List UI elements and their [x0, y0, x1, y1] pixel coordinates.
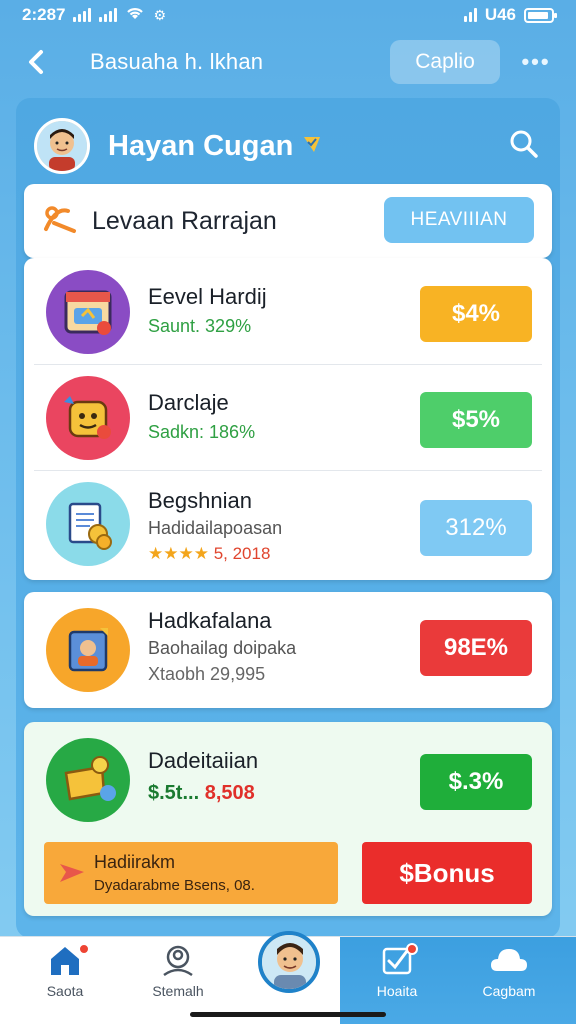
- bonus-button[interactable]: $Bonus: [362, 842, 532, 904]
- money-bag-icon: [46, 738, 130, 822]
- tab-cloud[interactable]: Cagbam: [464, 943, 554, 1013]
- emoji-app-icon: [46, 376, 130, 460]
- list-item[interactable]: Eevel Hardij Saunt. 329% $4%: [24, 258, 552, 364]
- calendar-app-icon: [46, 270, 130, 354]
- signal-bars-icon: [463, 8, 477, 22]
- amount-label: $.5t...: [148, 782, 200, 804]
- cloud-icon: [491, 949, 527, 971]
- item-subtitle: Saunt. 329%: [148, 316, 252, 336]
- item-value-button[interactable]: 312%: [420, 500, 532, 556]
- status-time: 2:287: [22, 5, 66, 24]
- verified-badge-icon: [301, 133, 323, 160]
- top-nav: Basuaha h. lkhan Caplio •••: [0, 34, 576, 90]
- list-item[interactable]: Begshnian Hadidailapoasan ★★★★ 5, 2018 3…: [24, 470, 552, 580]
- user-header: Hayan Cugan: [34, 114, 544, 178]
- item-note: Xtaobh 29,995: [148, 664, 266, 684]
- item-title: Darclaje: [148, 390, 229, 415]
- signal-icon: [73, 8, 92, 22]
- signal-icon-2: [99, 8, 118, 22]
- section-header-card: Levaan Rarrajan HEAVIIIAN: [24, 184, 552, 258]
- home-indicator: [190, 1012, 386, 1017]
- featured-item-card[interactable]: Hadkafalana Baohailag doipaka Xtaobh 29,…: [24, 592, 552, 708]
- battery-icon: [524, 7, 557, 23]
- tab-label: Saota: [46, 983, 84, 999]
- tab-home[interactable]: Saota: [20, 943, 110, 1013]
- bonus-subtitle: Dyadarabme Bsens, 08.: [94, 877, 255, 894]
- arrow-icon: [58, 858, 86, 891]
- item-subtitle: Hadidailapoasan: [148, 518, 283, 538]
- page-title: Basuaha h. lkhan: [90, 49, 264, 74]
- amount-value: 8,508: [204, 782, 255, 804]
- avatar[interactable]: [34, 118, 90, 174]
- bonus-info-banner[interactable]: Hadiirakm Dyadarabme Bsens, 08.: [44, 842, 338, 904]
- item-value-button[interactable]: $.3%: [420, 754, 532, 810]
- item-title: Eevel Hardij: [148, 284, 267, 309]
- tab-tasks[interactable]: Hoaita: [352, 943, 442, 1013]
- document-coins-icon: [46, 482, 130, 566]
- item-rating: ★★★★ 5, 2018: [148, 544, 270, 564]
- main-panel: Hayan Cugan Levaan Rarrajan HEAVIIIAN Ee…: [16, 98, 560, 938]
- item-subtitle: Baohailag doipaka: [148, 638, 297, 658]
- caplio-button[interactable]: Caplio: [390, 40, 500, 84]
- tab-search[interactable]: Stemalh: [133, 943, 223, 1013]
- rating-value: 5, 2018: [213, 544, 271, 563]
- status-bar: 2:287 ⚙ U46: [0, 0, 576, 30]
- settings-dot-icon: ⚙: [153, 6, 167, 23]
- wifi-icon: [125, 5, 145, 26]
- search-icon[interactable]: [504, 124, 544, 164]
- item-title: Dadeitaiian: [148, 748, 259, 773]
- section-title: Levaan Rarrajan: [92, 206, 277, 235]
- bonus-card: Dadeitaiian $.5t... 8,508 $.3% Hadiirakm…: [24, 722, 552, 916]
- item-amount: $.5t... 8,508: [148, 782, 255, 805]
- item-title: Hadkafalana: [148, 608, 272, 633]
- item-value-button[interactable]: $5%: [420, 392, 532, 448]
- notification-dot: [78, 943, 90, 955]
- bottom-nav: Saota Stemalh Hoaita Cagbam: [0, 931, 576, 1024]
- tab-label: Hoaita: [376, 983, 418, 999]
- user-name: Hayan Cugan: [108, 129, 294, 162]
- item-subtitle: Sadkn: 186%: [148, 422, 256, 442]
- section-action-button[interactable]: HEAVIIIAN: [384, 197, 534, 243]
- photo-id-icon: [46, 608, 130, 692]
- avatar[interactable]: [258, 931, 320, 993]
- items-list-card: Eevel Hardij Saunt. 329% $4% Darclaje Sa…: [24, 258, 552, 580]
- tab-label: Cagbam: [482, 983, 536, 999]
- tab-label: Stemalh: [152, 983, 204, 999]
- scissors-icon: [42, 203, 78, 240]
- notification-dot: [406, 943, 418, 955]
- rating-stars: ★★★★: [148, 544, 209, 563]
- item-title: Begshnian: [148, 488, 252, 513]
- list-item[interactable]: Darclaje Sadkn: 186% $5%: [24, 364, 552, 470]
- more-icon[interactable]: •••: [516, 42, 556, 82]
- item-value-button[interactable]: 98E%: [420, 620, 532, 676]
- back-arrow-icon[interactable]: [18, 44, 54, 80]
- battery-text: U46: [484, 5, 516, 24]
- item-value-button[interactable]: $4%: [420, 286, 532, 342]
- profile-search-icon: [163, 945, 193, 977]
- bonus-title: Hadiirakm: [94, 852, 176, 872]
